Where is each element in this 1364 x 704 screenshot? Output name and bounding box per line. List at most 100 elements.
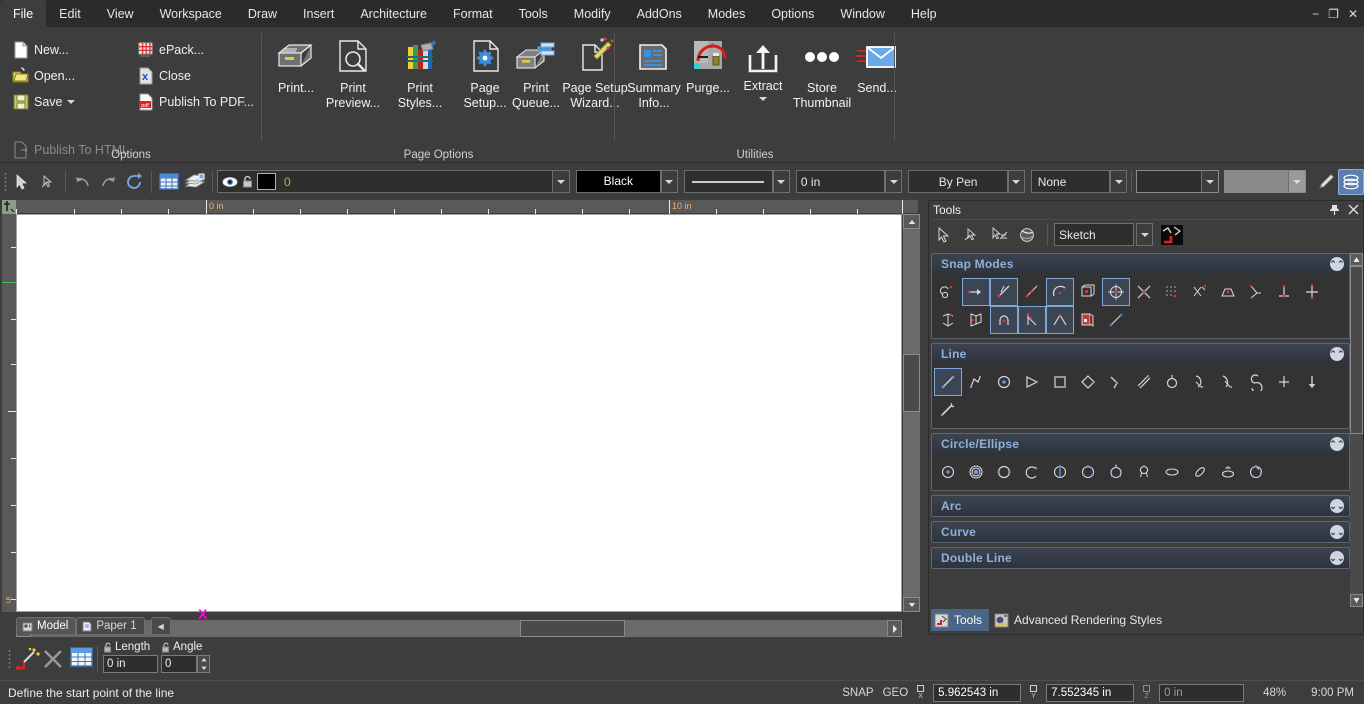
circle-tangent-2-button[interactable]	[1130, 458, 1158, 486]
menu-addons[interactable]: AddOns	[624, 0, 695, 27]
section-curve-header[interactable]: Curve ⌄⌄	[932, 522, 1349, 542]
color-combo-arrow[interactable]	[660, 170, 678, 193]
tabs-scroll-left-button[interactable]: ◀	[150, 617, 171, 634]
print-queue-button[interactable]: Print Queue...	[508, 35, 564, 111]
line-parallel-button[interactable]	[1130, 368, 1158, 396]
menu-workspace[interactable]: Workspace	[147, 0, 235, 27]
angle-spinner-up[interactable]	[198, 656, 209, 664]
section-snap-modes-header[interactable]: Snap Modes ⌃⌃	[932, 254, 1349, 274]
snap-grid-button[interactable]	[1158, 278, 1186, 306]
linestyle-combo-arrow[interactable]	[1007, 170, 1025, 193]
lineweight-combo[interactable]: 0 in	[795, 170, 886, 193]
circle-3point-button[interactable]	[1074, 458, 1102, 486]
snap-division-button[interactable]	[1018, 306, 1046, 334]
line-rectangle-button[interactable]	[1046, 368, 1074, 396]
snap-center-button[interactable]	[1102, 278, 1130, 306]
layer-combo-arrow[interactable]	[552, 171, 570, 192]
chevron-down-icon[interactable]: ⌄⌄	[1329, 525, 1345, 539]
menu-format[interactable]: Format	[440, 0, 506, 27]
print-preview-button[interactable]: Print Preview...	[322, 35, 384, 111]
hatchstyle-combo[interactable]	[1223, 170, 1307, 193]
snap-indicator[interactable]: SNAP	[842, 687, 873, 699]
layer-visibility-icon[interactable]	[222, 176, 238, 188]
line-polyline-button[interactable]	[962, 368, 990, 396]
tp-vertex-pointer-button[interactable]	[959, 222, 985, 248]
inputbar-grip[interactable]	[6, 648, 13, 670]
restore-button[interactable]: ❐	[1328, 8, 1339, 20]
snap-cross-button[interactable]	[1298, 278, 1326, 306]
tp-scroll-up-button[interactable]	[1350, 253, 1363, 266]
menu-modify[interactable]: Modify	[561, 0, 624, 27]
line-single-button[interactable]	[934, 368, 962, 396]
horizontal-ruler[interactable]: 0 in 10 in	[16, 200, 918, 214]
snap-plane-button[interactable]	[1074, 306, 1102, 334]
chevron-up-icon[interactable]: ⌃⌃	[1329, 347, 1345, 361]
canvas-vertical-scrollbar[interactable]	[903, 214, 920, 612]
dimstyle-combo-arrow[interactable]	[1200, 171, 1218, 192]
section-arc-header[interactable]: Arc ⌄⌄	[932, 496, 1349, 516]
chevron-down-icon[interactable]: ⌄⌄	[1329, 499, 1345, 513]
layer-manager-button[interactable]	[156, 169, 182, 195]
menu-architecture[interactable]: Architecture	[347, 0, 440, 27]
snap-angle-button[interactable]	[1046, 306, 1074, 334]
circle-diameter-button[interactable]	[1046, 458, 1074, 486]
layer-lock-icon[interactable]	[242, 175, 253, 188]
linetype-combo-arrow[interactable]	[773, 170, 790, 193]
chevron-down-icon[interactable]: ⌄⌄	[1329, 551, 1345, 565]
vertical-ruler[interactable]: in	[2, 214, 16, 612]
circle-concentric-button[interactable]	[962, 458, 990, 486]
snap-point-button[interactable]	[962, 278, 990, 306]
scroll-up-button[interactable]	[903, 214, 920, 229]
new-button[interactable]: New...	[12, 39, 69, 61]
horizontal-scroll-thumb[interactable]	[520, 620, 625, 637]
save-button[interactable]: Save	[12, 91, 75, 113]
snap-intersection-button[interactable]	[1130, 278, 1158, 306]
circle-2point-button[interactable]	[990, 458, 1018, 486]
snap-midpoint-button[interactable]	[1018, 278, 1046, 306]
chevron-up-icon[interactable]: ⌃⌃	[1329, 257, 1345, 271]
ellipse-button[interactable]	[1158, 458, 1186, 486]
section-line-header[interactable]: Line ⌃⌃	[932, 344, 1349, 364]
length-input[interactable]: 0 in	[103, 655, 158, 673]
purge-button[interactable]: Purge...	[683, 35, 733, 96]
line-triangle-button[interactable]	[1018, 368, 1046, 396]
input-table-button[interactable]	[70, 647, 93, 667]
snap-node-button[interactable]	[990, 306, 1018, 334]
layer-color-swatch[interactable]	[256, 173, 276, 190]
menu-file[interactable]: File	[0, 0, 47, 27]
extract-dropdown-arrow[interactable]	[759, 96, 767, 101]
y-coordinate-field[interactable]: 7.552345 in	[1046, 683, 1135, 702]
layer-combo[interactable]: 0	[216, 170, 571, 193]
menu-modes[interactable]: Modes	[695, 0, 759, 27]
linetype-combo[interactable]	[683, 170, 774, 193]
section-double-line-header[interactable]: Double Line ⌄⌄	[932, 548, 1349, 568]
tab-tools[interactable]: Tools	[931, 609, 990, 631]
menu-view[interactable]: View	[94, 0, 147, 27]
close-icon[interactable]	[1348, 204, 1359, 215]
page-setup-button[interactable]: Page Setup...	[457, 35, 513, 111]
circle-tangent-3-button[interactable]	[1102, 458, 1130, 486]
publish-to-pdf-button[interactable]: pdf Publish To PDF...	[137, 91, 254, 113]
menu-draw[interactable]: Draw	[235, 0, 290, 27]
menu-insert[interactable]: Insert	[290, 0, 347, 27]
menu-window[interactable]: Window	[827, 0, 897, 27]
line-wizard-button[interactable]	[14, 646, 40, 672]
menu-help[interactable]: Help	[898, 0, 950, 27]
print-styles-button[interactable]: Print Styles...	[384, 35, 456, 111]
line-tangent-arc-button[interactable]	[1186, 368, 1214, 396]
line-circle-point-button[interactable]	[990, 368, 1018, 396]
snap-arc-center-button[interactable]	[1046, 278, 1074, 306]
chevron-up-icon[interactable]: ⌃⌃	[1329, 437, 1345, 451]
toolbar-grip[interactable]	[2, 171, 9, 193]
angle-spinner-down[interactable]	[198, 664, 209, 672]
zoom-level[interactable]: 48%	[1263, 687, 1286, 699]
drawing-canvas[interactable]	[16, 214, 902, 612]
epack-button[interactable]: ePack...	[137, 39, 204, 61]
scroll-down-button[interactable]	[903, 597, 920, 612]
snap-vertex-button[interactable]	[934, 306, 962, 334]
save-dropdown-arrow[interactable]	[66, 100, 75, 104]
snap-none-button[interactable]	[934, 278, 962, 306]
x-coordinate-field[interactable]: 5.962543 in	[933, 683, 1022, 702]
snap-perpendicular-button[interactable]	[1270, 278, 1298, 306]
pen-button[interactable]	[1312, 169, 1338, 195]
